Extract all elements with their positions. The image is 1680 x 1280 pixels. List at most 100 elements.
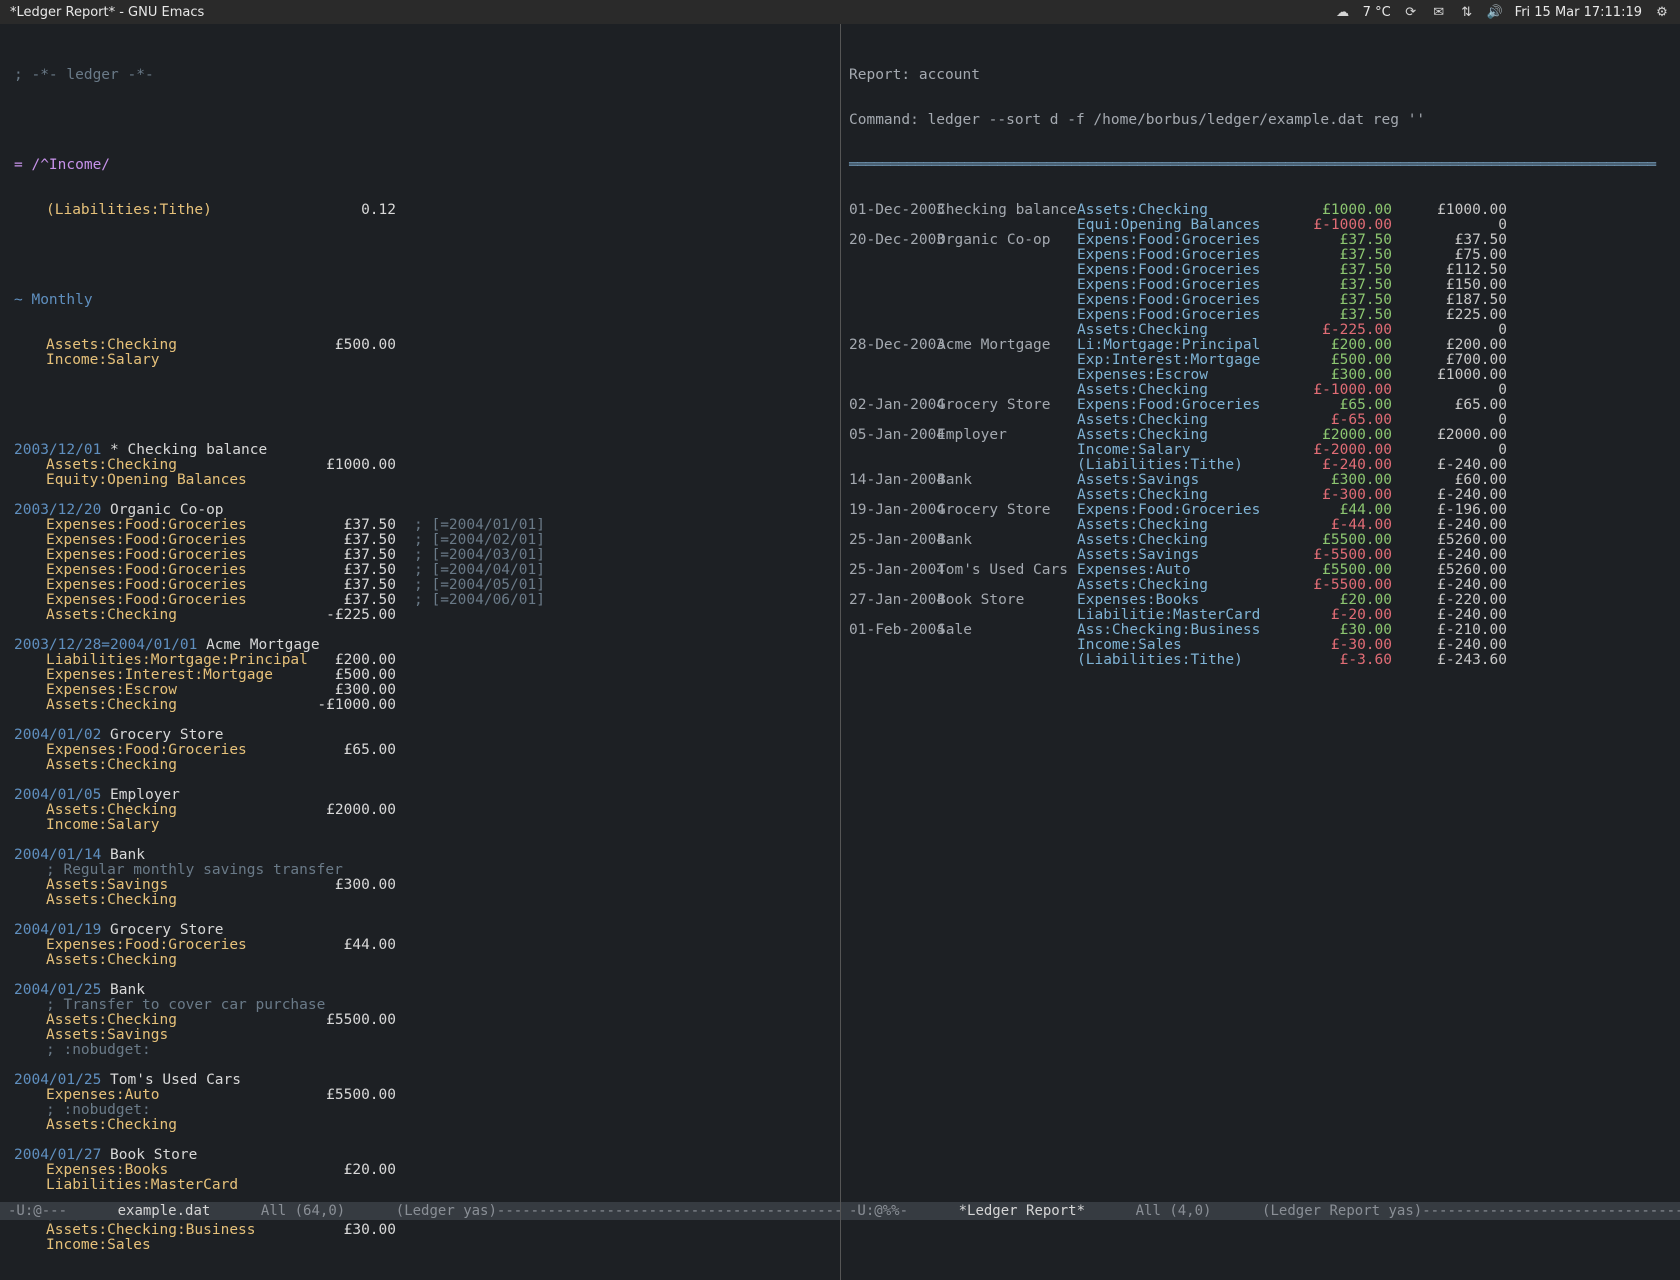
report-date: 19-Jan-2004: [849, 503, 937, 518]
txn-comment: ; :nobudget:: [46, 1043, 276, 1058]
posting-amount: £37.50: [276, 518, 396, 533]
report-payee: Organic Co-op: [937, 233, 1077, 248]
gear-icon[interactable]: ⚙: [1654, 5, 1670, 20]
report-amount: £-1000.00: [1277, 383, 1392, 398]
modeline-left: -U:@--- example.dat All (64,0) (Ledger y…: [0, 1202, 840, 1220]
posting-amount: £5500.00: [276, 1088, 396, 1103]
posting-tag: ; [=2004/01/01]: [396, 518, 834, 533]
posting-amount: £37.50: [276, 578, 396, 593]
report-amount: £5500.00: [1277, 533, 1392, 548]
weather-text: 7 °C: [1363, 5, 1391, 20]
report-amount: £-65.00: [1277, 413, 1392, 428]
report-account: Expens:Food:Groceries: [1077, 278, 1277, 293]
report-amount: £-5500.00: [1277, 578, 1392, 593]
txn-header: 2004/01/27 Book Store: [14, 1148, 834, 1163]
report-amount: £20.00: [1277, 593, 1392, 608]
report-account: Expens:Food:Groceries: [1077, 308, 1277, 323]
report-account: Assets:Checking: [1077, 533, 1277, 548]
report-balance: £-240.00: [1392, 548, 1507, 563]
modeline-position: All (4,0): [1136, 1204, 1212, 1219]
auto-txn-match: = /^Income/: [14, 157, 110, 173]
posting-line: Assets:Savings: [14, 1028, 834, 1043]
posting-account: Income:Salary: [46, 353, 276, 368]
posting-line: Expenses:Food:Groceries£37.50; [=2004/06…: [14, 593, 834, 608]
posting-account: Expenses:Food:Groceries: [46, 593, 276, 608]
posting-line: Expenses:Food:Groceries£37.50; [=2004/03…: [14, 548, 834, 563]
report-payee: Bank: [937, 533, 1077, 548]
report-amount: £-300.00: [1277, 488, 1392, 503]
posting-account: Assets:Checking:Business: [46, 1223, 276, 1238]
posting-account: Assets:Checking: [46, 758, 276, 773]
report-balance: £1000.00: [1392, 368, 1507, 383]
report-balance: £37.50: [1392, 233, 1507, 248]
posting-account: Assets:Checking: [46, 698, 276, 713]
report-account: Expenses:Books: [1077, 593, 1277, 608]
weather-icon: ☁: [1335, 5, 1351, 20]
report-amount: £37.50: [1277, 233, 1392, 248]
editor-pane[interactable]: ; -*- ledger -*- = /^Income/ (Liabilitie…: [0, 24, 840, 1280]
refresh-icon[interactable]: ⟳: [1403, 5, 1419, 20]
posting-amount: £20.00: [276, 1163, 396, 1178]
report-payee: Grocery Store: [937, 398, 1077, 413]
report-row: 14-Jan-2004BankAssets:Savings£300.00£60.…: [849, 473, 1674, 488]
posting-line: Expenses:Food:Groceries£37.50; [=2004/04…: [14, 563, 834, 578]
report-amount: £-20.00: [1277, 608, 1392, 623]
report-payee: Sale: [937, 623, 1077, 638]
posting-line: Assets:Checking: [14, 1118, 834, 1133]
modeline-right: -U:@%%- *Ledger Report* All (4,0) (Ledge…: [841, 1202, 1680, 1220]
posting-line: Liabilities:Mortgage:Principal£200.00: [14, 653, 834, 668]
mail-icon[interactable]: ✉: [1431, 5, 1447, 20]
posting-amount: £200.00: [276, 653, 396, 668]
report-account: Expens:Food:Groceries: [1077, 293, 1277, 308]
volume-icon[interactable]: 🔊: [1487, 5, 1503, 20]
report-amount: £37.50: [1277, 293, 1392, 308]
report-account: Assets:Checking: [1077, 383, 1277, 398]
posting-amount: £30.00: [276, 1223, 396, 1238]
report-balance: £-196.00: [1392, 503, 1507, 518]
txn-header: 2004/01/25 Tom's Used Cars: [14, 1073, 834, 1088]
posting-account: Expenses:Food:Groceries: [46, 563, 276, 578]
report-payee: Bank: [937, 473, 1077, 488]
report-amount: £37.50: [1277, 278, 1392, 293]
report-date: 01-Feb-2004: [849, 623, 937, 638]
report-row: 20-Dec-2003Organic Co-opExpens:Food:Groc…: [849, 233, 1674, 248]
posting-line: Expenses:Food:Groceries£37.50; [=2004/02…: [14, 533, 834, 548]
posting-amount: £37.50: [276, 548, 396, 563]
report-account: Assets:Checking: [1077, 488, 1277, 503]
txn-comment: ; :nobudget:: [46, 1103, 276, 1118]
posting-account: Assets:Checking: [46, 338, 276, 353]
posting-account: Assets:Checking: [46, 1013, 276, 1028]
report-account: Expens:Food:Groceries: [1077, 398, 1277, 413]
report-balance: £-240.00: [1392, 608, 1507, 623]
report-payee: Employer: [937, 428, 1077, 443]
posting-tag: ; [=2004/03/01]: [396, 548, 834, 563]
report-balance: £-240.00: [1392, 578, 1507, 593]
report-row: Equi:Opening Balances£-1000.000: [849, 218, 1674, 233]
report-row: Liabilitie:MasterCard£-20.00£-240.00: [849, 608, 1674, 623]
report-row: 01-Feb-2004SaleAss:Checking:Business£30.…: [849, 623, 1674, 638]
report-amount: £-44.00: [1277, 518, 1392, 533]
report-date: 27-Jan-2004: [849, 593, 937, 608]
posting-line: Assets:Checking£500.00: [14, 338, 834, 353]
report-account: Assets:Savings: [1077, 548, 1277, 563]
posting-line: Assets:Checking£1000.00: [14, 458, 834, 473]
posting-line: Assets:Savings£300.00: [14, 878, 834, 893]
posting-account: Expenses:Food:Groceries: [46, 518, 276, 533]
posting-account: Assets:Savings: [46, 878, 276, 893]
report-row: Expens:Food:Groceries£37.50£225.00: [849, 308, 1674, 323]
report-amount: £300.00: [1277, 368, 1392, 383]
posting-line: Expenses:Food:Groceries£44.00: [14, 938, 834, 953]
posting-account: Liabilities:MasterCard: [46, 1178, 276, 1193]
posting-account: Expenses:Auto: [46, 1088, 276, 1103]
posting-account: Income:Salary: [46, 818, 276, 833]
report-pane[interactable]: Report: account Command: ledger --sort d…: [840, 24, 1680, 1280]
report-account: Equi:Opening Balances: [1077, 218, 1277, 233]
report-account: Exp:Interest:Mortgage: [1077, 353, 1277, 368]
txn-header: 2004/01/25 Bank: [14, 983, 834, 998]
report-account: Assets:Checking: [1077, 323, 1277, 338]
report-row: Expens:Food:Groceries£37.50£150.00: [849, 278, 1674, 293]
network-icon[interactable]: ⇅: [1459, 5, 1475, 20]
report-row: Income:Sales£-30.00£-240.00: [849, 638, 1674, 653]
modeline-mode: (Ledger Report yas): [1262, 1204, 1422, 1219]
posting-account: Liabilities:Mortgage:Principal: [46, 653, 276, 668]
